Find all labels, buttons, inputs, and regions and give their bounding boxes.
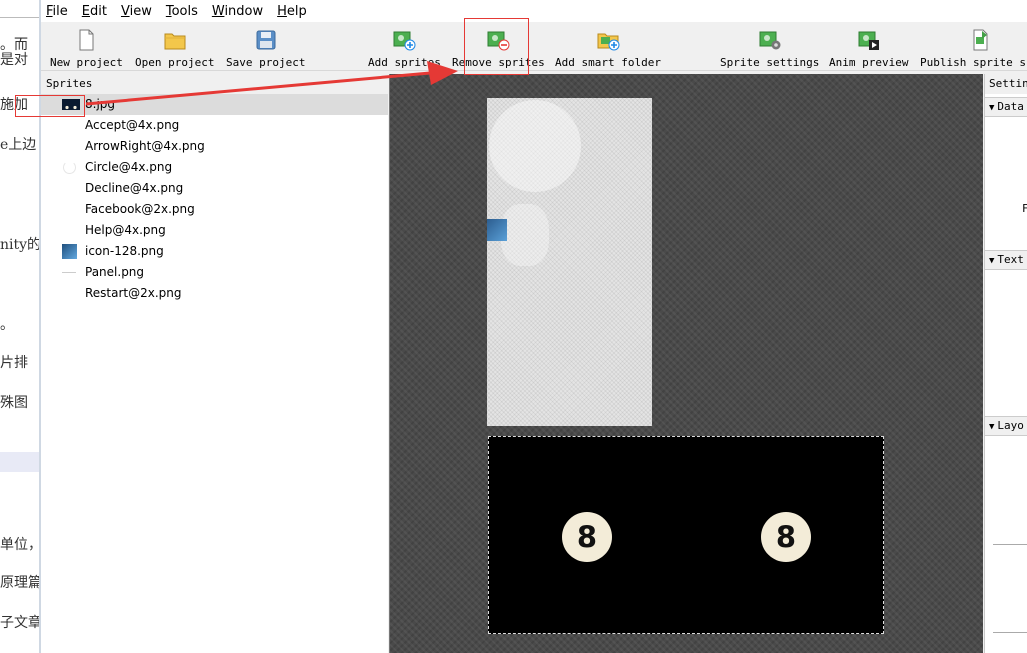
background-text: 是对 bbox=[0, 52, 28, 68]
collapse-triangle-icon: ▼ bbox=[989, 103, 995, 113]
texture-section-header[interactable]: ▼ Text bbox=[985, 250, 1027, 270]
collapse-triangle-icon: ▼ bbox=[989, 422, 995, 432]
background-text: 单位， bbox=[0, 537, 40, 553]
icon-sprite-fragment bbox=[487, 219, 507, 241]
menu-window[interactable]: Window bbox=[212, 4, 263, 19]
add-sprites-label: Add sprites bbox=[368, 56, 441, 69]
anim-preview-label: Anim preview bbox=[829, 56, 909, 69]
save-project-button[interactable]: Save project bbox=[226, 28, 305, 70]
menubar: File Edit View Tools Window Help bbox=[41, 0, 1027, 22]
add-sprites-button[interactable]: Add sprites bbox=[368, 28, 441, 70]
texture-section-label: Text bbox=[997, 253, 1024, 266]
publish-sprite-sheet-label: Publish sprite she bbox=[920, 56, 1027, 69]
data-section-header[interactable]: ▼ Data bbox=[985, 97, 1027, 117]
ball-left: 8 bbox=[562, 512, 612, 562]
background-text: 施加 bbox=[0, 97, 28, 113]
new-project-button[interactable]: New project bbox=[50, 28, 123, 70]
remove-sprites-label: Remove sprites bbox=[452, 56, 545, 69]
sprite-name: 8.jpg bbox=[85, 97, 116, 111]
sprite-sheet-canvas[interactable]: 8 8 bbox=[389, 74, 983, 653]
sprite-item-circle[interactable]: Circle@4x.png bbox=[41, 157, 388, 178]
sprites-panel: Sprites 8.jpg Accept@4x.png ArrowRight@4… bbox=[41, 74, 388, 653]
sprite-shape bbox=[501, 204, 549, 266]
circle-thumbnail bbox=[63, 161, 76, 174]
background-text: 。 bbox=[0, 317, 14, 333]
sprite-item-facebook[interactable]: Facebook@2x.png bbox=[41, 199, 388, 220]
new-document-icon bbox=[79, 29, 94, 51]
sprite-name: Decline@4x.png bbox=[85, 181, 184, 195]
ball-right: 8 bbox=[761, 512, 811, 562]
sprite-settings-label: Sprite settings bbox=[720, 56, 820, 69]
new-project-label: New project bbox=[50, 56, 123, 69]
sprite-item-help[interactable]: Help@4x.png bbox=[41, 220, 388, 241]
background-highlight bbox=[0, 452, 40, 472]
sprite-name: icon-128.png bbox=[85, 244, 164, 258]
save-project-label: Save project bbox=[226, 56, 306, 69]
background-text: nity的 bbox=[0, 237, 40, 253]
sprite-preview-8-jpg[interactable]: 8 8 bbox=[488, 436, 884, 634]
add-smart-folder-button[interactable]: Add smart folder bbox=[555, 28, 661, 70]
texturepacker-window: File Edit View Tools Window Help New pro… bbox=[41, 0, 1027, 653]
toolbar: New project Open project Save project Ad… bbox=[41, 22, 1027, 71]
background-divider bbox=[0, 17, 40, 18]
menu-help[interactable]: Help bbox=[277, 4, 307, 19]
background-text: 殊图 bbox=[0, 395, 28, 411]
sprite-item-decline[interactable]: Decline@4x.png bbox=[41, 178, 388, 199]
sprite-preview-light[interactable] bbox=[487, 98, 652, 426]
menu-view[interactable]: View bbox=[121, 4, 152, 19]
collapse-triangle-icon: ▼ bbox=[989, 256, 995, 266]
sprite-item-8-jpg[interactable]: 8.jpg bbox=[41, 94, 388, 115]
background-text: 子文章 bbox=[0, 615, 40, 631]
sprite-settings-icon bbox=[759, 31, 781, 50]
open-project-button[interactable]: Open project bbox=[135, 28, 214, 70]
add-sprite-icon bbox=[393, 31, 416, 51]
save-disk-icon bbox=[256, 30, 276, 50]
sprite-shape bbox=[489, 100, 581, 192]
folder-open-icon bbox=[164, 33, 186, 50]
anim-preview-icon bbox=[858, 31, 879, 50]
smart-folder-icon bbox=[597, 33, 620, 51]
sprite-name: Restart@2x.png bbox=[85, 286, 182, 300]
sprite-name: Circle@4x.png bbox=[85, 160, 173, 174]
add-smart-folder-label: Add smart folder bbox=[555, 56, 661, 69]
menu-edit[interactable]: Edit bbox=[82, 4, 107, 19]
sprite-settings-button[interactable]: Sprite settings bbox=[720, 28, 819, 70]
menu-file[interactable]: File bbox=[46, 4, 68, 19]
settings-divider bbox=[993, 632, 1027, 633]
sprite-item-accept[interactable]: Accept@4x.png bbox=[41, 115, 388, 136]
remove-sprites-button[interactable]: Remove sprites bbox=[452, 28, 545, 70]
data-section-label: Data bbox=[997, 100, 1024, 113]
settings-panel-title: Setting bbox=[985, 74, 1027, 94]
panel-thumbnail bbox=[62, 272, 76, 273]
icon-thumbnail bbox=[62, 244, 77, 259]
sprite-name: Accept@4x.png bbox=[85, 118, 180, 132]
remove-sprite-icon bbox=[487, 31, 510, 51]
sprites-panel-title: Sprites bbox=[41, 74, 388, 94]
menu-tools[interactable]: Tools bbox=[166, 4, 198, 19]
sprite-item-restart[interactable]: Restart@2x.png bbox=[41, 283, 388, 304]
background-page-strip: 。而 是对 施加 e上边 nity的 。 片排 殊图 单位， 原理篇 子文章 bbox=[0, 0, 40, 653]
settings-divider bbox=[993, 544, 1027, 545]
open-project-label: Open project bbox=[135, 56, 215, 69]
publish-icon bbox=[973, 29, 988, 51]
layout-section-label: Layo bbox=[997, 419, 1024, 432]
anim-preview-button[interactable]: Anim preview bbox=[829, 28, 908, 70]
sprite-name: Panel.png bbox=[85, 265, 145, 279]
sprite-name: Facebook@2x.png bbox=[85, 202, 195, 216]
sprite-thumbnail bbox=[62, 99, 80, 110]
background-text: 原理篇 bbox=[0, 575, 40, 591]
sprite-item-icon-128[interactable]: icon-128.png bbox=[41, 241, 388, 262]
publish-sprite-sheet-button[interactable]: Publish sprite she bbox=[920, 28, 1027, 70]
background-text: 片排 bbox=[0, 355, 28, 371]
sprite-name: ArrowRight@4x.png bbox=[85, 139, 205, 153]
settings-panel: Setting ▼Data F ▼Text ▼Layo bbox=[984, 74, 1027, 653]
sprite-item-panel[interactable]: Panel.png bbox=[41, 262, 388, 283]
data-field-label: F bbox=[1022, 202, 1027, 215]
background-text: e上边 bbox=[0, 137, 37, 153]
sprite-name: Help@4x.png bbox=[85, 223, 166, 237]
layout-section-header[interactable]: ▼ Layo bbox=[985, 416, 1027, 436]
sprite-item-arrowright[interactable]: ArrowRight@4x.png bbox=[41, 136, 388, 157]
